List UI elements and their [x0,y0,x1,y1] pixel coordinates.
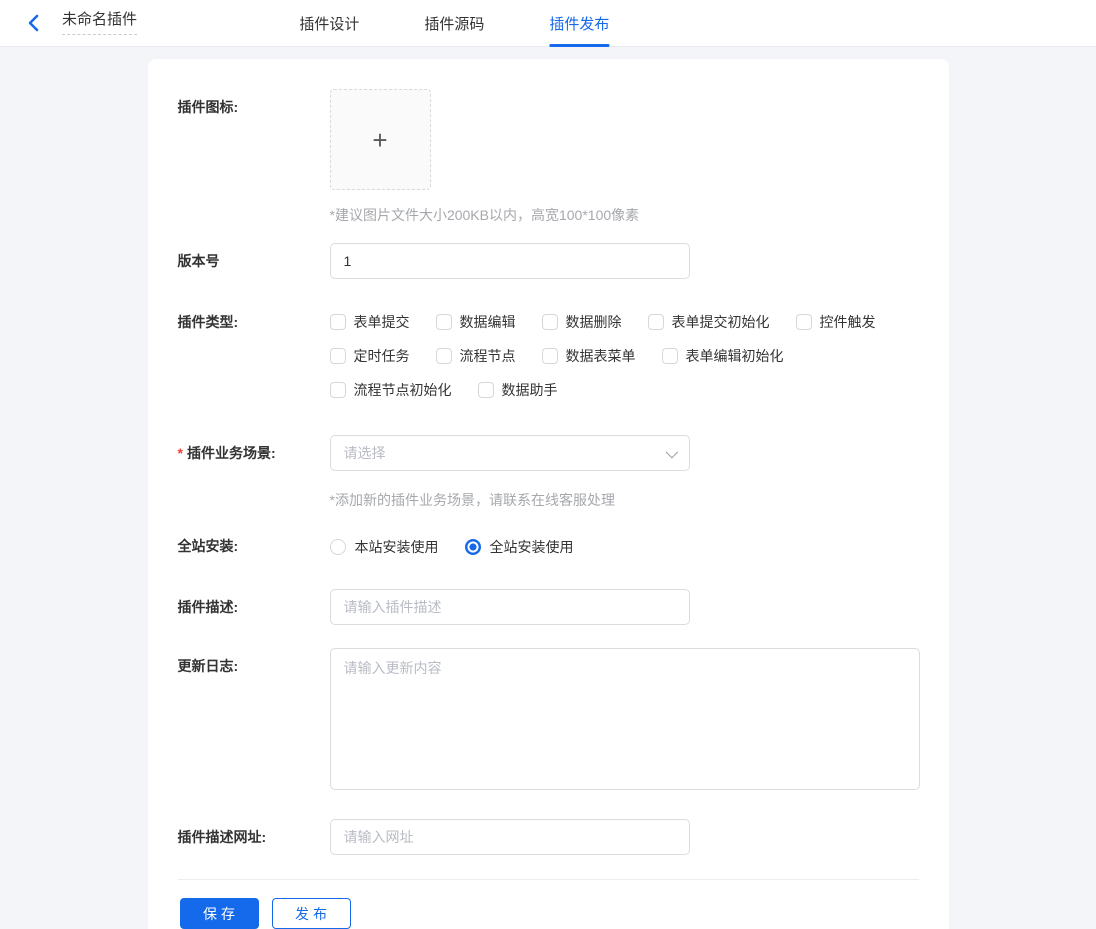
site-install-option-0[interactable]: 本站安装使用 [330,537,439,557]
checkbox-label: 定时任务 [354,347,410,365]
checkbox-label: 控件触发 [820,313,876,331]
description-url-label: 插件描述网址: [178,827,330,847]
checkbox-icon[interactable] [542,314,558,330]
plugin-type-option-5[interactable]: 定时任务 [330,347,410,365]
select-placeholder: 请选择 [344,443,386,463]
divider [178,879,919,880]
checkbox-label: 流程节点初始化 [354,381,452,399]
form-row-icon: 插件图标: + *建议图片文件大小200KB以内，高宽100*100像素 [178,89,919,224]
checkbox-icon[interactable] [796,314,812,330]
plugin-type-option-9[interactable]: 流程节点初始化 [330,381,452,399]
description-input[interactable] [330,589,690,625]
version-label: 版本号 [178,251,330,271]
icon-upload-hint: *建议图片文件大小200KB以内，高宽100*100像素 [330,206,919,224]
plus-icon: + [372,127,387,153]
plugin-type-option-2[interactable]: 数据删除 [542,313,622,331]
tab-design[interactable]: 插件设计 [299,0,359,47]
form-row-business-scene: *插件业务场景: 请选择 *添加新的插件业务场景，请联系在线客服处理 [178,435,919,509]
top-bar: 未命名插件 插件设计 插件源码 插件发布 [0,0,1096,47]
checkbox-icon[interactable] [330,348,346,364]
description-label: 插件描述: [178,597,330,617]
tab-publish[interactable]: 插件发布 [549,0,609,47]
checkbox-label: 数据删除 [566,313,622,331]
checkbox-icon[interactable] [330,382,346,398]
site-install-option-1[interactable]: 全站安装使用 [465,537,574,557]
form-row-description: 插件描述: [178,589,919,625]
form-row-description-url: 插件描述网址: [178,819,919,855]
radio-icon[interactable] [330,539,346,555]
checkbox-icon[interactable] [542,348,558,364]
form-row-site-install: 全站安装: 本站安装使用 全站安装使用 [178,529,919,557]
plugin-type-options: 表单提交 数据编辑 数据删除 表单提交初始化 控件触发定时任务 流程节点 数据表菜单 表单编辑… [330,306,886,399]
radio-label: 全站安装使用 [490,537,574,557]
save-button[interactable]: 保存 [180,898,259,929]
button-row: 保存 发布 [178,898,919,929]
business-scene-hint: *添加新的插件业务场景，请联系在线客服处理 [330,491,919,509]
plugin-name[interactable]: 未命名插件 [62,11,137,35]
checkbox-icon[interactable] [662,348,678,364]
plugin-type-option-8[interactable]: 表单编辑初始化 [662,347,784,365]
checkbox-label: 流程节点 [460,347,516,365]
tabs: 插件设计 插件源码 插件发布 [299,0,609,47]
publish-button[interactable]: 发布 [272,898,351,929]
checkbox-icon[interactable] [478,382,494,398]
radio-label: 本站安装使用 [355,537,439,557]
site-install-options: 本站安装使用 全站安装使用 [330,529,919,557]
plugin-type-option-7[interactable]: 数据表菜单 [542,347,636,365]
business-scene-label: *插件业务场景: [178,435,330,463]
plugin-type-option-3[interactable]: 表单提交初始化 [648,313,770,331]
checkbox-label: 数据表菜单 [566,347,636,365]
checkbox-icon[interactable] [648,314,664,330]
icon-label: 插件图标: [178,89,330,117]
checkbox-label: 数据助手 [502,381,558,399]
site-install-label: 全站安装: [178,529,330,556]
form-row-changelog: 更新日志: [178,648,919,793]
checkbox-label: 表单提交初始化 [672,313,770,331]
plugin-type-option-10[interactable]: 数据助手 [478,381,558,399]
required-mark: * [178,445,183,461]
publish-form-card: 插件图标: + *建议图片文件大小200KB以内，高宽100*100像素 版本号… [148,59,949,929]
icon-upload-button[interactable]: + [330,89,431,190]
back-icon[interactable] [22,12,44,34]
plugin-type-option-0[interactable]: 表单提交 [330,313,410,331]
version-input[interactable] [330,243,690,279]
checkbox-label: 表单提交 [354,313,410,331]
radio-icon[interactable] [465,539,481,555]
business-scene-select[interactable]: 请选择 [330,435,690,471]
plugin-type-label: 插件类型: [178,306,330,332]
form-row-plugin-type: 插件类型: 表单提交 数据编辑 数据删除 表单提交初始化 控件触发定时任务 流程节点 数据表… [178,306,919,399]
plugin-type-option-1[interactable]: 数据编辑 [436,313,516,331]
checkbox-icon[interactable] [330,314,346,330]
changelog-label: 更新日志: [178,648,330,676]
changelog-textarea[interactable] [330,648,920,790]
checkbox-icon[interactable] [436,314,452,330]
tab-source[interactable]: 插件源码 [424,0,484,47]
checkbox-label: 表单编辑初始化 [686,347,784,365]
checkbox-icon[interactable] [436,348,452,364]
plugin-type-option-4[interactable]: 控件触发 [796,313,876,331]
plugin-type-option-6[interactable]: 流程节点 [436,347,516,365]
chevron-down-icon [665,446,678,459]
checkbox-label: 数据编辑 [460,313,516,331]
description-url-input[interactable] [330,819,690,855]
form-row-version: 版本号 [178,243,919,279]
